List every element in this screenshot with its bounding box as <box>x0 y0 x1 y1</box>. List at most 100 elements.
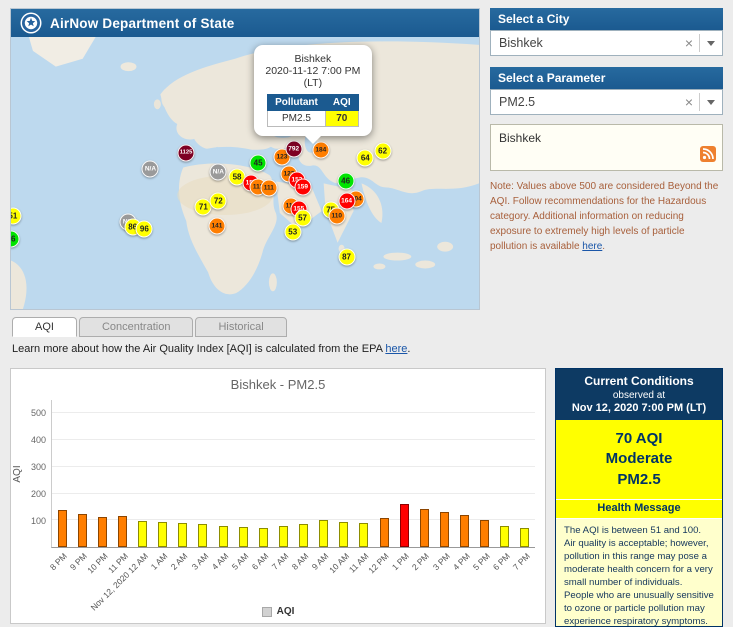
popup-datetime: 2020-11-12 7:00 PM <box>265 65 361 77</box>
app-header: AirNow Department of State <box>11 9 479 37</box>
learn-body: Learn more about how the Air Quality Ind… <box>12 343 386 355</box>
bar-cell: 2 PM <box>410 400 434 572</box>
aqi-bar[interactable] <box>258 527 268 547</box>
sidebar: Select a City Bishkek × Select a Paramet… <box>490 8 723 254</box>
note-suffix: . <box>602 241 606 252</box>
aqi-marker[interactable]: 1125 <box>177 144 195 162</box>
aqi-bar[interactable] <box>439 511 449 547</box>
aqi-marker[interactable]: 96 <box>135 220 153 238</box>
aqi-bar[interactable] <box>218 525 228 547</box>
aqi-bar[interactable] <box>238 526 248 547</box>
aqi-bar[interactable] <box>359 522 369 547</box>
aqi-bar[interactable] <box>57 509 67 547</box>
aqi-bar[interactable] <box>399 504 409 547</box>
y-axis-label: AQI <box>12 465 24 483</box>
conditions-datetime: Nov 12, 2020 7:00 PM (LT) <box>571 402 707 414</box>
chart-panel: Bishkek - PM2.5 AQI 100 200 300 400 500 8 PM… <box>10 368 546 624</box>
aqi-bar[interactable] <box>419 509 429 547</box>
aqi-bar[interactable] <box>198 524 208 547</box>
parameter-clear-icon[interactable]: × <box>679 94 699 110</box>
city-chevron-down-icon[interactable] <box>700 40 722 46</box>
parameter-select[interactable]: PM2.5 × <box>490 89 723 115</box>
bar-cell: 1 PM <box>390 400 414 572</box>
aqi-marker[interactable]: 159 <box>294 178 312 196</box>
popup-aqi-value: 70 <box>324 110 359 127</box>
bar-cell: 5 AM <box>229 400 253 572</box>
aqi-marker[interactable]: 111 <box>260 179 278 197</box>
app-title: AirNow Department of State <box>50 15 235 31</box>
city-clear-icon[interactable]: × <box>679 35 699 51</box>
tab-concentration[interactable]: Concentration <box>78 317 194 337</box>
popup-pollutant-value: PM2.5 <box>267 110 326 127</box>
feed-box: Bishkek <box>490 124 723 171</box>
aqi-marker[interactable]: 87 <box>338 248 356 265</box>
aqi-marker[interactable]: 141 <box>208 217 226 235</box>
aqi-bar[interactable] <box>520 528 530 547</box>
aqi-marker[interactable]: N/A <box>209 163 227 181</box>
popup-col-aqi: AQI <box>324 94 359 111</box>
bar-cell: 4 PM <box>451 400 475 572</box>
map-canvas[interactable]: Bishkek 2020-11-12 7:00 PM (LT) Pollutan… <box>11 37 479 309</box>
aqi-bar[interactable] <box>299 524 309 547</box>
bar-cell: 1 AM <box>149 400 173 572</box>
rss-icon[interactable] <box>700 146 716 165</box>
tab-aqi[interactable]: AQI <box>12 317 77 337</box>
aqi-marker[interactable]: 46 <box>337 172 355 190</box>
aqi-marker[interactable]: N/A <box>141 160 159 178</box>
y-tick-label: 500 <box>30 408 46 419</box>
parameter-select-value: PM2.5 <box>499 95 536 109</box>
city-select[interactable]: Bishkek × <box>490 30 723 56</box>
aqi-marker[interactable]: 45 <box>249 154 267 172</box>
bar-cell: 9 AM <box>310 400 334 572</box>
note-here-link[interactable]: here <box>582 241 602 252</box>
aqi-bar[interactable] <box>319 520 329 547</box>
aqi-bar[interactable] <box>158 522 168 547</box>
aqi-bar[interactable] <box>138 521 148 547</box>
bar-cell: 10 PM <box>85 400 112 575</box>
aqi-marker[interactable]: 64 <box>356 149 374 167</box>
aqi-bar[interactable] <box>480 519 490 547</box>
y-tick-label: 100 <box>30 516 46 527</box>
chart-plot: 8 PM 9 PM 10 PM 11 PM Nov 12, 2020 12 AM 1 AM… <box>48 400 535 613</box>
bar-cell: 3 PM <box>430 400 454 572</box>
aqi-marker[interactable]: 62 <box>374 142 392 160</box>
aqi-marker[interactable]: 792 <box>285 140 303 158</box>
aqi-bar[interactable] <box>500 525 510 547</box>
bar-cell: 11 PM <box>106 400 132 575</box>
popup-table: Pollutant AQI PM2.5 70 <box>267 94 359 127</box>
learn-more-text: Learn more about how the Air Quality Ind… <box>12 343 410 355</box>
aqi-marker[interactable]: 72 <box>209 192 227 210</box>
legend-swatch <box>261 606 272 617</box>
popup-tail <box>304 136 321 144</box>
aqi-bar[interactable] <box>460 514 470 547</box>
bar-cell: 7 AM <box>270 400 293 572</box>
world-map <box>11 37 479 309</box>
epa-here-link[interactable]: here <box>385 343 407 355</box>
y-tick-label: 400 <box>30 435 46 446</box>
health-message-text: The AQI is between 51 and 100. Air quali… <box>556 518 722 626</box>
conditions-header: Current Conditions observed at Nov 12, 2… <box>556 369 722 420</box>
aqi-bar[interactable] <box>77 514 87 547</box>
parameter-chevron-down-icon[interactable] <box>700 99 722 105</box>
tab-historical[interactable]: Historical <box>195 317 287 337</box>
bar-cell: 4 AM <box>209 400 233 572</box>
current-conditions-panel: Current Conditions observed at Nov 12, 2… <box>555 368 723 627</box>
aqi-marker[interactable]: 53 <box>284 223 302 241</box>
popup-timezone: (LT) <box>303 77 323 89</box>
bar-cell: 11 AM <box>347 400 374 575</box>
aqi-marker[interactable]: 164 <box>338 192 356 210</box>
aqi-pollutant: PM2.5 <box>617 470 661 488</box>
map-panel: AirNow Department of State Bishkek 2020-… <box>10 8 480 310</box>
aqi-bar[interactable] <box>117 516 127 547</box>
aqi-bar[interactable] <box>178 523 188 547</box>
map-popup: Bishkek 2020-11-12 7:00 PM (LT) Pollutan… <box>253 45 372 144</box>
y-tick-label: 200 <box>30 489 46 500</box>
aqi-bar[interactable] <box>379 517 389 547</box>
aqi-bar[interactable] <box>339 521 349 547</box>
aqi-bar[interactable] <box>278 526 288 547</box>
aqi-marker[interactable]: 110 <box>328 207 346 225</box>
city-select-value: Bishkek <box>499 36 543 50</box>
aqi-bar[interactable] <box>97 517 107 547</box>
